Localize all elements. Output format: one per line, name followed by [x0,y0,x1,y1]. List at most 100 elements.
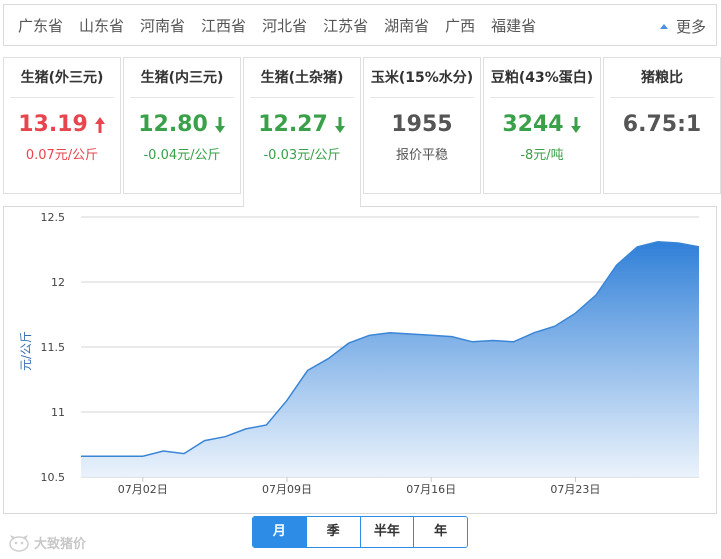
data-point [635,245,639,249]
card-value-row: 13.19 [4,112,120,137]
price-chart-svg: 10.5 11 11.5 12 12.5 07月02日 07月09日 07月16日 07月23日… [19,211,701,496]
data-point [182,452,186,456]
x-tick-label: 07月16日 [406,483,456,496]
price-card[interactable]: 玉米(15%水分) 1955 报价平稳 [363,57,481,194]
watermark-text: 大致猪价 [34,537,87,552]
more-label: 更多 [675,18,706,36]
card-title: 生猪(内三元) [130,58,234,98]
province-item[interactable]: 湖南省 [384,15,429,36]
card-title: 玉米(15%水分) [370,58,474,98]
card-change: 报价平稳 [395,148,448,163]
province-item[interactable]: 河北省 [262,15,307,36]
arrow-up-icon [94,116,106,134]
range-tab[interactable]: 年 [414,517,467,547]
province-item[interactable]: 山东省 [79,15,124,36]
data-point [676,241,680,245]
data-point [79,454,83,458]
x-tick-label: 07月23日 [550,483,600,496]
data-point [594,293,598,297]
province-item[interactable]: 广东省 [18,15,63,36]
data-point [697,245,701,249]
range-tab[interactable]: 半年 [360,517,415,547]
data-point [615,263,619,267]
card-change: 0.07元/公斤 [25,148,99,163]
data-point [100,454,104,458]
arrow-down-icon [570,116,582,134]
card-change: -0.04元/公斤 [143,148,221,163]
card-title: 生猪(土杂猪) [250,58,354,98]
y-tick-label: 11 [51,406,65,419]
x-tick-label: 07月09日 [262,483,312,496]
province-item[interactable]: 广西 [445,15,475,36]
card-value-row: 12.27 [244,112,360,137]
card-value: 6.75:1 [622,112,702,137]
arrow-down-icon [334,116,346,134]
card-value-row: 6.75:1 [604,112,720,137]
series-area [81,241,699,477]
card-title: 豆粕(43%蛋白) [490,58,594,98]
data-point [161,449,165,453]
province-list: 广东省 山东省 河南省 江西省 河北省 江苏省 湖南省 广西 福建省 [4,15,552,36]
data-point [347,341,351,345]
card-value: 12.27 [258,112,328,137]
data-point [532,331,536,335]
province-item[interactable]: 江西省 [201,15,246,36]
data-point [491,339,495,343]
data-point [656,240,660,244]
data-point [285,398,289,402]
more-provinces-button[interactable]: 更多 [659,16,706,37]
price-chart: 10.5 11 11.5 12 12.5 07月02日 07月09日 07月16日 07月23日… [3,206,717,514]
y-tick-label: 10.5 [41,471,66,484]
price-card[interactable]: 生猪(外三元) 13.19 0.07元/公斤 [3,57,121,194]
province-item[interactable]: 福建省 [491,15,536,36]
price-card[interactable]: 猪粮比 6.75:1 [603,57,721,194]
watermark: 大致猪价 [8,533,86,552]
data-point [367,333,371,337]
data-point [450,335,454,339]
x-tick-label: 07月02日 [118,483,168,496]
data-point [388,331,392,335]
caret-up-icon [659,24,668,29]
price-card[interactable]: 生猪(土杂猪) 12.27 -0.03元/公斤 [243,57,361,207]
watermark-logo-icon [9,534,29,552]
data-point [429,333,433,337]
card-title: 猪粮比 [610,58,714,98]
card-value: 1955 [391,112,453,137]
data-point [409,332,413,336]
data-point [573,311,577,315]
card-value-row: 1955 [364,112,480,137]
data-point [553,324,557,328]
card-value: 13.19 [18,112,88,137]
y-tick-label: 12.5 [41,211,66,224]
price-card[interactable]: 豆粕(43%蛋白) 3244 -8元/吨 [483,57,601,194]
y-tick-label: 11.5 [41,341,66,354]
card-title: 生猪(外三元) [10,58,114,98]
range-tabs: 月季半年年 [252,516,468,548]
card-change: -8元/吨 [520,148,564,163]
data-point [512,340,516,344]
province-item[interactable]: 河南省 [140,15,185,36]
data-point [264,423,268,427]
price-cards: 生猪(外三元) 13.19 0.07元/公斤 生猪(内三元) 12.80 -0.04元/公… [3,57,721,207]
price-card[interactable]: 生猪(内三元) 12.80 -0.04元/公斤 [123,57,241,194]
province-filter-bar: 广东省 山东省 河南省 江西省 河北省 江苏省 湖南省 广西 福建省 更多 [3,4,717,46]
range-tab[interactable]: 月 [253,517,307,547]
card-value-row: 12.80 [124,112,240,137]
card-change: -0.03元/公斤 [263,148,341,163]
data-point [306,368,310,372]
y-tick-label: 12 [51,276,65,289]
province-item[interactable]: 江苏省 [323,15,368,36]
data-point [141,454,145,458]
y-axis-label: 元/公斤 [19,331,33,371]
data-point [203,439,207,443]
data-point [244,427,248,431]
card-value-row: 3244 [484,112,600,137]
range-tab[interactable]: 季 [306,517,361,547]
card-value: 12.80 [138,112,208,137]
data-point [470,340,474,344]
data-point [223,435,227,439]
arrow-down-icon [214,116,226,134]
card-value: 3244 [502,112,564,137]
data-point [326,357,330,361]
data-point [120,454,124,458]
